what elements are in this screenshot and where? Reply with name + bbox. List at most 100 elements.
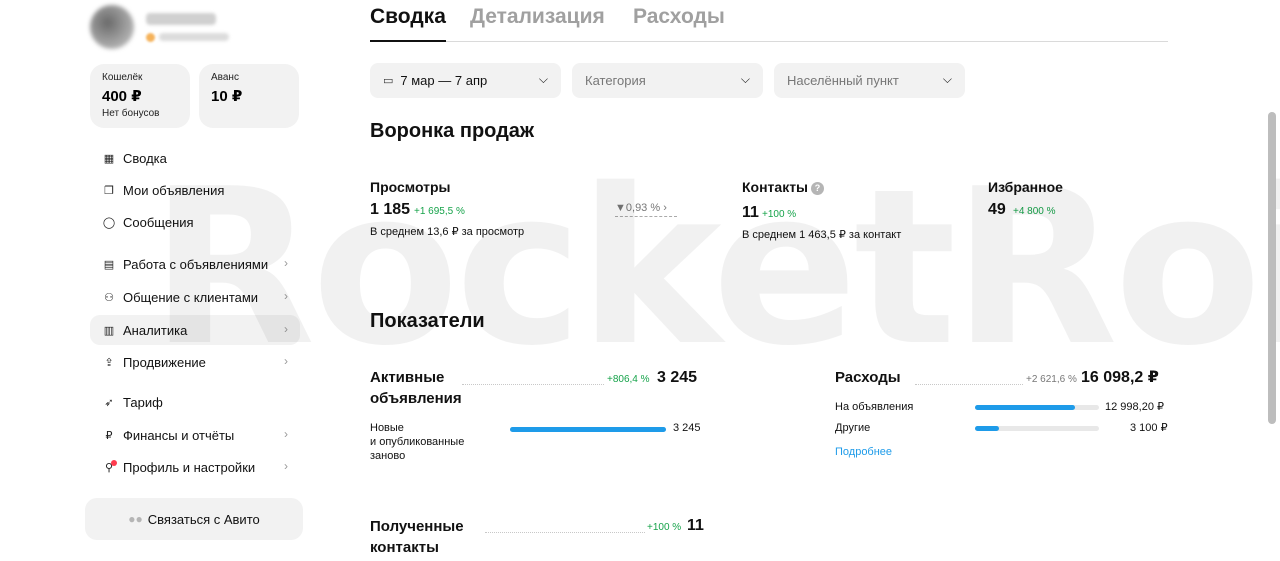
- calendar-icon: ▭: [383, 75, 394, 87]
- rocket-icon: ➶: [104, 396, 114, 409]
- expense-ads-bar-fill: [975, 405, 1076, 410]
- help-icon[interactable]: ?: [811, 182, 825, 195]
- expenses-label: Расходы: [835, 369, 901, 386]
- new-ads-value: 3 245: [673, 422, 701, 434]
- chevron-right-icon: ›: [284, 256, 288, 270]
- wallet-card[interactable]: Кошелёк 400 ₽ Нет бонусов: [90, 64, 190, 128]
- notification-dot: [111, 460, 117, 466]
- active-ads-label: Активные объявления: [370, 369, 462, 407]
- ruble-icon: ₽: [105, 429, 113, 442]
- sidebar-item-label: Мои объявления: [123, 182, 225, 198]
- new-ads-bar-fill: [510, 427, 666, 432]
- received-contacts-value: 11: [687, 517, 704, 534]
- promote-icon: ⇪: [104, 356, 114, 369]
- copy-icon: ❐: [104, 184, 114, 197]
- sidebar-item-tariff[interactable]: ➶ Тариф: [90, 387, 300, 417]
- expense-row-label: Другие: [835, 422, 871, 434]
- sidebar-item-label: Профиль и настройки: [123, 459, 256, 475]
- sidebar-item-label: Работа с объявлениями: [123, 256, 269, 272]
- conversion-value: 0,93 %: [625, 202, 661, 214]
- new-ads-label: Новые и опубликованные заново: [370, 422, 465, 462]
- contacts-value: 11: [742, 204, 759, 221]
- contacts-delta: +100 %: [762, 209, 797, 220]
- chevron-right-icon: ›: [284, 354, 288, 368]
- expense-row-value: 12 998,20 ₽: [1105, 401, 1164, 413]
- sidebar-item-messages[interactable]: ◯ Сообщения: [90, 207, 300, 237]
- sidebar-item-ads-work[interactable]: ▤ Работа с объявлениями ›: [90, 249, 300, 279]
- city-select[interactable]: Населённый пункт ⌵: [774, 63, 965, 98]
- ads-icon: ▤: [103, 258, 115, 271]
- sidebar-item-label: Общение с клиентами: [123, 289, 259, 305]
- profile-header[interactable]: [90, 5, 229, 49]
- favorites-label: Избранное: [988, 179, 1063, 195]
- views-delta: +1 695,5 %: [414, 206, 465, 217]
- wallet-note: Нет бонусов: [102, 108, 160, 119]
- favorites-delta: +4 800 %: [1013, 206, 1056, 217]
- new-ads-bar: [510, 427, 666, 432]
- sidebar-item-summary[interactable]: ▦ Сводка: [90, 143, 300, 173]
- chevron-right-icon: ›: [284, 459, 288, 473]
- category-select[interactable]: Категория ⌵: [572, 63, 763, 98]
- contact-avito-label: Связаться с Авито: [147, 511, 260, 527]
- tab-summary[interactable]: Сводка: [370, 5, 446, 42]
- expense-ads-bar: [975, 405, 1099, 410]
- expense-other-bar: [975, 426, 1099, 431]
- chevron-down-icon: ⌵: [538, 72, 548, 86]
- sidebar-item-label: Финансы и отчёты: [123, 427, 235, 443]
- contact-avito-button[interactable]: ●● Связаться с Авито: [85, 498, 303, 540]
- sidebar-item-my-ads[interactable]: ❐ Мои объявления: [90, 175, 300, 205]
- chevron-right-icon: ›: [284, 289, 288, 303]
- bar-chart-icon: ▥: [103, 324, 115, 337]
- page-scrollbar[interactable]: [1268, 112, 1276, 424]
- city-placeholder: Населённый пункт: [787, 73, 899, 88]
- wallet-label: Кошелёк: [102, 72, 143, 83]
- expense-other-bar-fill: [975, 426, 999, 431]
- conversion-rate[interactable]: ▼0,93 % ›: [615, 202, 677, 217]
- profile-rating-blurred: [146, 32, 229, 42]
- sidebar-item-profile[interactable]: ⚲ Профиль и настройки ›: [90, 452, 300, 482]
- advance-label: Аванс: [211, 72, 239, 83]
- date-range-value: 7 мар — 7 апр: [400, 73, 488, 88]
- contacts-note: В среднем 1 463,5 ₽ за контакт: [742, 229, 902, 241]
- profile-name-blurred: [146, 12, 216, 25]
- sidebar-item-label: Аналитика: [123, 322, 188, 338]
- views-note: В среднем 13,6 ₽ за просмотр: [370, 226, 525, 238]
- tab-expenses[interactable]: Расходы: [633, 5, 725, 42]
- views-value: 1 185: [370, 201, 411, 218]
- wallet-value: 400 ₽: [102, 88, 142, 105]
- favorites-value: 49: [988, 201, 1006, 218]
- expense-row-value: 3 100 ₽: [1130, 422, 1168, 434]
- tab-bar: Сводка Детализация Расходы: [370, 5, 1168, 42]
- advance-value: 10 ₽: [211, 88, 243, 105]
- chevron-down-icon: ⌵: [740, 72, 750, 86]
- sidebar-item-finance[interactable]: ₽ Финансы и отчёты ›: [90, 420, 300, 450]
- rating-star-icon: [146, 32, 155, 42]
- funnel-title: Воронка продаж: [370, 120, 535, 142]
- expense-row-label: На объявления: [835, 401, 914, 413]
- sidebar-item-label: Сообщения: [123, 214, 194, 230]
- avatar[interactable]: [90, 5, 134, 49]
- sidebar-item-clients[interactable]: ⚇ Общение с клиентами ›: [90, 282, 300, 312]
- grid-icon: ▦: [103, 152, 115, 165]
- category-placeholder: Категория: [585, 73, 646, 88]
- expenses-delta: +2 621,6 %: [1026, 374, 1077, 385]
- active-ads-value: 3 245: [657, 369, 698, 386]
- date-range-select[interactable]: ▭ 7 мар — 7 апр ⌵: [370, 63, 561, 98]
- sidebar-item-label: Сводка: [123, 150, 167, 166]
- advance-card[interactable]: Аванс 10 ₽: [199, 64, 299, 128]
- chat-icon: ◯: [102, 216, 116, 229]
- views-label: Просмотры: [370, 179, 451, 195]
- users-icon: ⚇: [104, 291, 114, 304]
- sidebar-item-promotion[interactable]: ⇪ Продвижение ›: [90, 347, 300, 377]
- more-link[interactable]: Подробнее: [835, 446, 892, 458]
- chevron-down-icon: ⌵: [942, 72, 952, 86]
- expenses-value: 16 098,2 ₽: [1081, 369, 1159, 386]
- indicators-title: Показатели: [370, 310, 485, 332]
- contacts-label: Контакты?: [742, 179, 825, 195]
- received-contacts-label: Полученные контакты: [370, 518, 464, 556]
- tab-details[interactable]: Детализация: [470, 5, 605, 42]
- sidebar-item-analytics[interactable]: ▥ Аналитика ›: [90, 315, 300, 345]
- received-contacts-delta: +100 %: [647, 522, 682, 533]
- active-ads-delta: +806,4 %: [607, 374, 650, 385]
- chevron-right-icon: ›: [284, 322, 288, 336]
